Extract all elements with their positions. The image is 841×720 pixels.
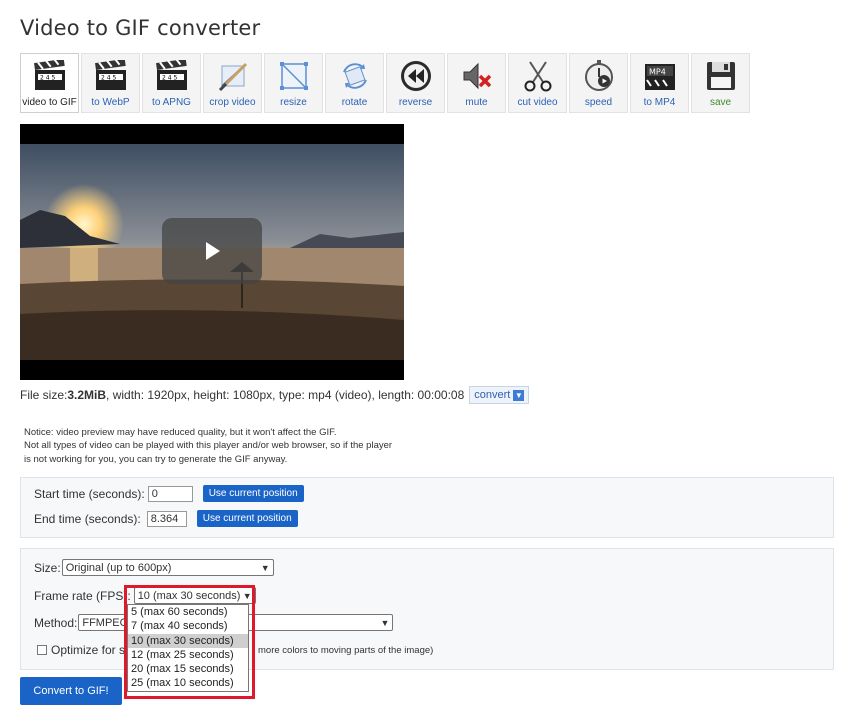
- tool-to-webp[interactable]: 2 4 5 to WebP: [81, 53, 140, 113]
- tool-label: crop video: [209, 97, 256, 108]
- fps-option[interactable]: 7 (max 40 seconds): [128, 619, 248, 633]
- start-time-row: Start time (seconds): 0 Use current posi…: [34, 485, 304, 502]
- tool-save[interactable]: save: [691, 53, 750, 113]
- optimize-hint: more colors to moving parts of the image…: [258, 645, 434, 656]
- page-title: Video to GIF converter: [20, 16, 261, 40]
- fps-option[interactable]: 20 (max 15 seconds): [128, 662, 248, 676]
- notice-line: Not all types of video can be played wit…: [24, 440, 393, 452]
- svg-text:MP4: MP4: [649, 68, 666, 77]
- clapperboard-icon: 2 4 5: [30, 58, 70, 94]
- size-label: Size:: [34, 560, 61, 575]
- toolbar: 2 4 5 video to GIF 2 4 5 to WebP 2 4 5 t…: [20, 53, 750, 115]
- fps-option[interactable]: 12 (max 25 seconds): [128, 648, 248, 662]
- tool-label: speed: [584, 97, 613, 108]
- floppy-disk-icon: [701, 58, 741, 94]
- optimize-checkbox[interactable]: [37, 645, 47, 655]
- method-label: Method:: [34, 615, 78, 630]
- tool-speed[interactable]: speed: [569, 53, 628, 113]
- file-info: File size: 3.2MiB , width: 1920px, heigh…: [20, 386, 530, 404]
- start-time-label: Start time (seconds):: [34, 486, 145, 501]
- chevron-down-icon: ▼: [380, 617, 390, 628]
- tool-label: to MP4: [643, 97, 676, 108]
- tool-resize[interactable]: resize: [264, 53, 323, 113]
- mute-speaker-icon: [457, 58, 497, 94]
- chevron-down-icon: ▼: [242, 590, 252, 601]
- mp4-clapperboard-icon: MP4: [640, 58, 680, 94]
- optimize-checkbox-row: Optimize for s: [37, 643, 125, 657]
- use-current-position-start-button[interactable]: Use current position: [202, 485, 304, 502]
- notice-line: is not working for you, you can try to g…: [24, 453, 288, 465]
- svg-text:2 4 5: 2 4 5: [101, 75, 116, 82]
- fps-dropdown-list: 5 (max 60 seconds) 7 (max 40 seconds) 10…: [127, 604, 249, 692]
- size-row: Size: Original (up to 600px) ▼: [34, 559, 274, 576]
- tool-crop-video[interactable]: crop video: [203, 53, 262, 113]
- fps-option-selected[interactable]: 10 (max 30 seconds): [128, 633, 248, 648]
- convert-label: convert: [474, 389, 511, 401]
- tool-video-to-gif[interactable]: 2 4 5 video to GIF: [20, 53, 79, 113]
- end-time-row: End time (seconds): 8.364 Use current po…: [34, 510, 298, 527]
- tool-mute[interactable]: mute: [447, 53, 506, 113]
- method-select-value: FFMPEG: [82, 616, 129, 629]
- scissors-icon: [518, 58, 558, 94]
- tool-to-mp4[interactable]: MP4 to MP4: [630, 53, 689, 113]
- rotate-icon: [335, 58, 375, 94]
- notice-text: Notice: video preview may have reduced q…: [24, 426, 392, 466]
- size-select[interactable]: Original (up to 600px) ▼: [61, 559, 274, 576]
- fps-label: Frame rate (FPS):: [34, 588, 131, 603]
- tool-label: reverse: [398, 97, 433, 108]
- clapperboard-icon: 2 4 5: [152, 58, 192, 94]
- clapperboard-icon: 2 4 5: [91, 58, 131, 94]
- tool-cut-video[interactable]: cut video: [508, 53, 567, 113]
- tool-label: cut video: [517, 97, 558, 108]
- crop-icon: [213, 58, 253, 94]
- tool-label: rotate: [341, 97, 368, 108]
- video-preview-frame: [20, 124, 404, 380]
- convert-to-gif-button[interactable]: Convert to GIF!: [20, 677, 122, 705]
- tool-rotate[interactable]: rotate: [325, 53, 384, 113]
- file-info-prefix: File size:: [20, 388, 68, 402]
- chevron-down-icon: ▼: [260, 562, 270, 573]
- use-current-position-end-button[interactable]: Use current position: [196, 510, 298, 527]
- resize-icon: [274, 58, 314, 94]
- tool-label: resize: [280, 97, 307, 108]
- file-size: 3.2MiB: [67, 388, 107, 402]
- tool-label: save: [709, 97, 732, 108]
- size-select-value: Original (up to 600px): [65, 561, 172, 574]
- fps-row: Frame rate (FPS): 10 (max 30 seconds) ▼: [34, 587, 256, 604]
- end-time-label: End time (seconds):: [34, 511, 141, 526]
- stopwatch-icon: [579, 58, 619, 94]
- fps-option[interactable]: 5 (max 60 seconds): [128, 605, 248, 619]
- tool-reverse[interactable]: reverse: [386, 53, 445, 113]
- tool-label: video to GIF: [22, 97, 77, 108]
- tool-label: to APNG: [152, 97, 191, 108]
- end-time-input[interactable]: 8.364: [146, 510, 187, 527]
- fps-select-value: 10 (max 30 seconds): [137, 589, 241, 602]
- time-range-panel: Start time (seconds): 0 Use current posi…: [20, 477, 834, 538]
- svg-text:2 4 5: 2 4 5: [162, 75, 177, 82]
- rewind-icon: [396, 58, 436, 94]
- video-player[interactable]: [20, 124, 404, 380]
- tool-to-apng[interactable]: 2 4 5 to APNG: [142, 53, 201, 113]
- convert-dropdown-button[interactable]: convert ▼: [469, 386, 530, 404]
- fps-select[interactable]: 10 (max 30 seconds) ▼: [133, 587, 256, 604]
- notice-line: Notice: video preview may have reduced q…: [24, 427, 337, 438]
- download-arrow-icon: ▼: [513, 389, 525, 401]
- tool-label: mute: [465, 97, 488, 108]
- optimize-label: Optimize for s: [51, 643, 126, 657]
- start-time-input[interactable]: 0: [147, 485, 193, 502]
- file-details: , width: 1920px, height: 1080px, type: m…: [106, 388, 465, 402]
- tool-label: to WebP: [91, 97, 130, 108]
- svg-text:2 4 5: 2 4 5: [40, 75, 55, 82]
- fps-option[interactable]: 25 (max 10 seconds): [128, 676, 248, 690]
